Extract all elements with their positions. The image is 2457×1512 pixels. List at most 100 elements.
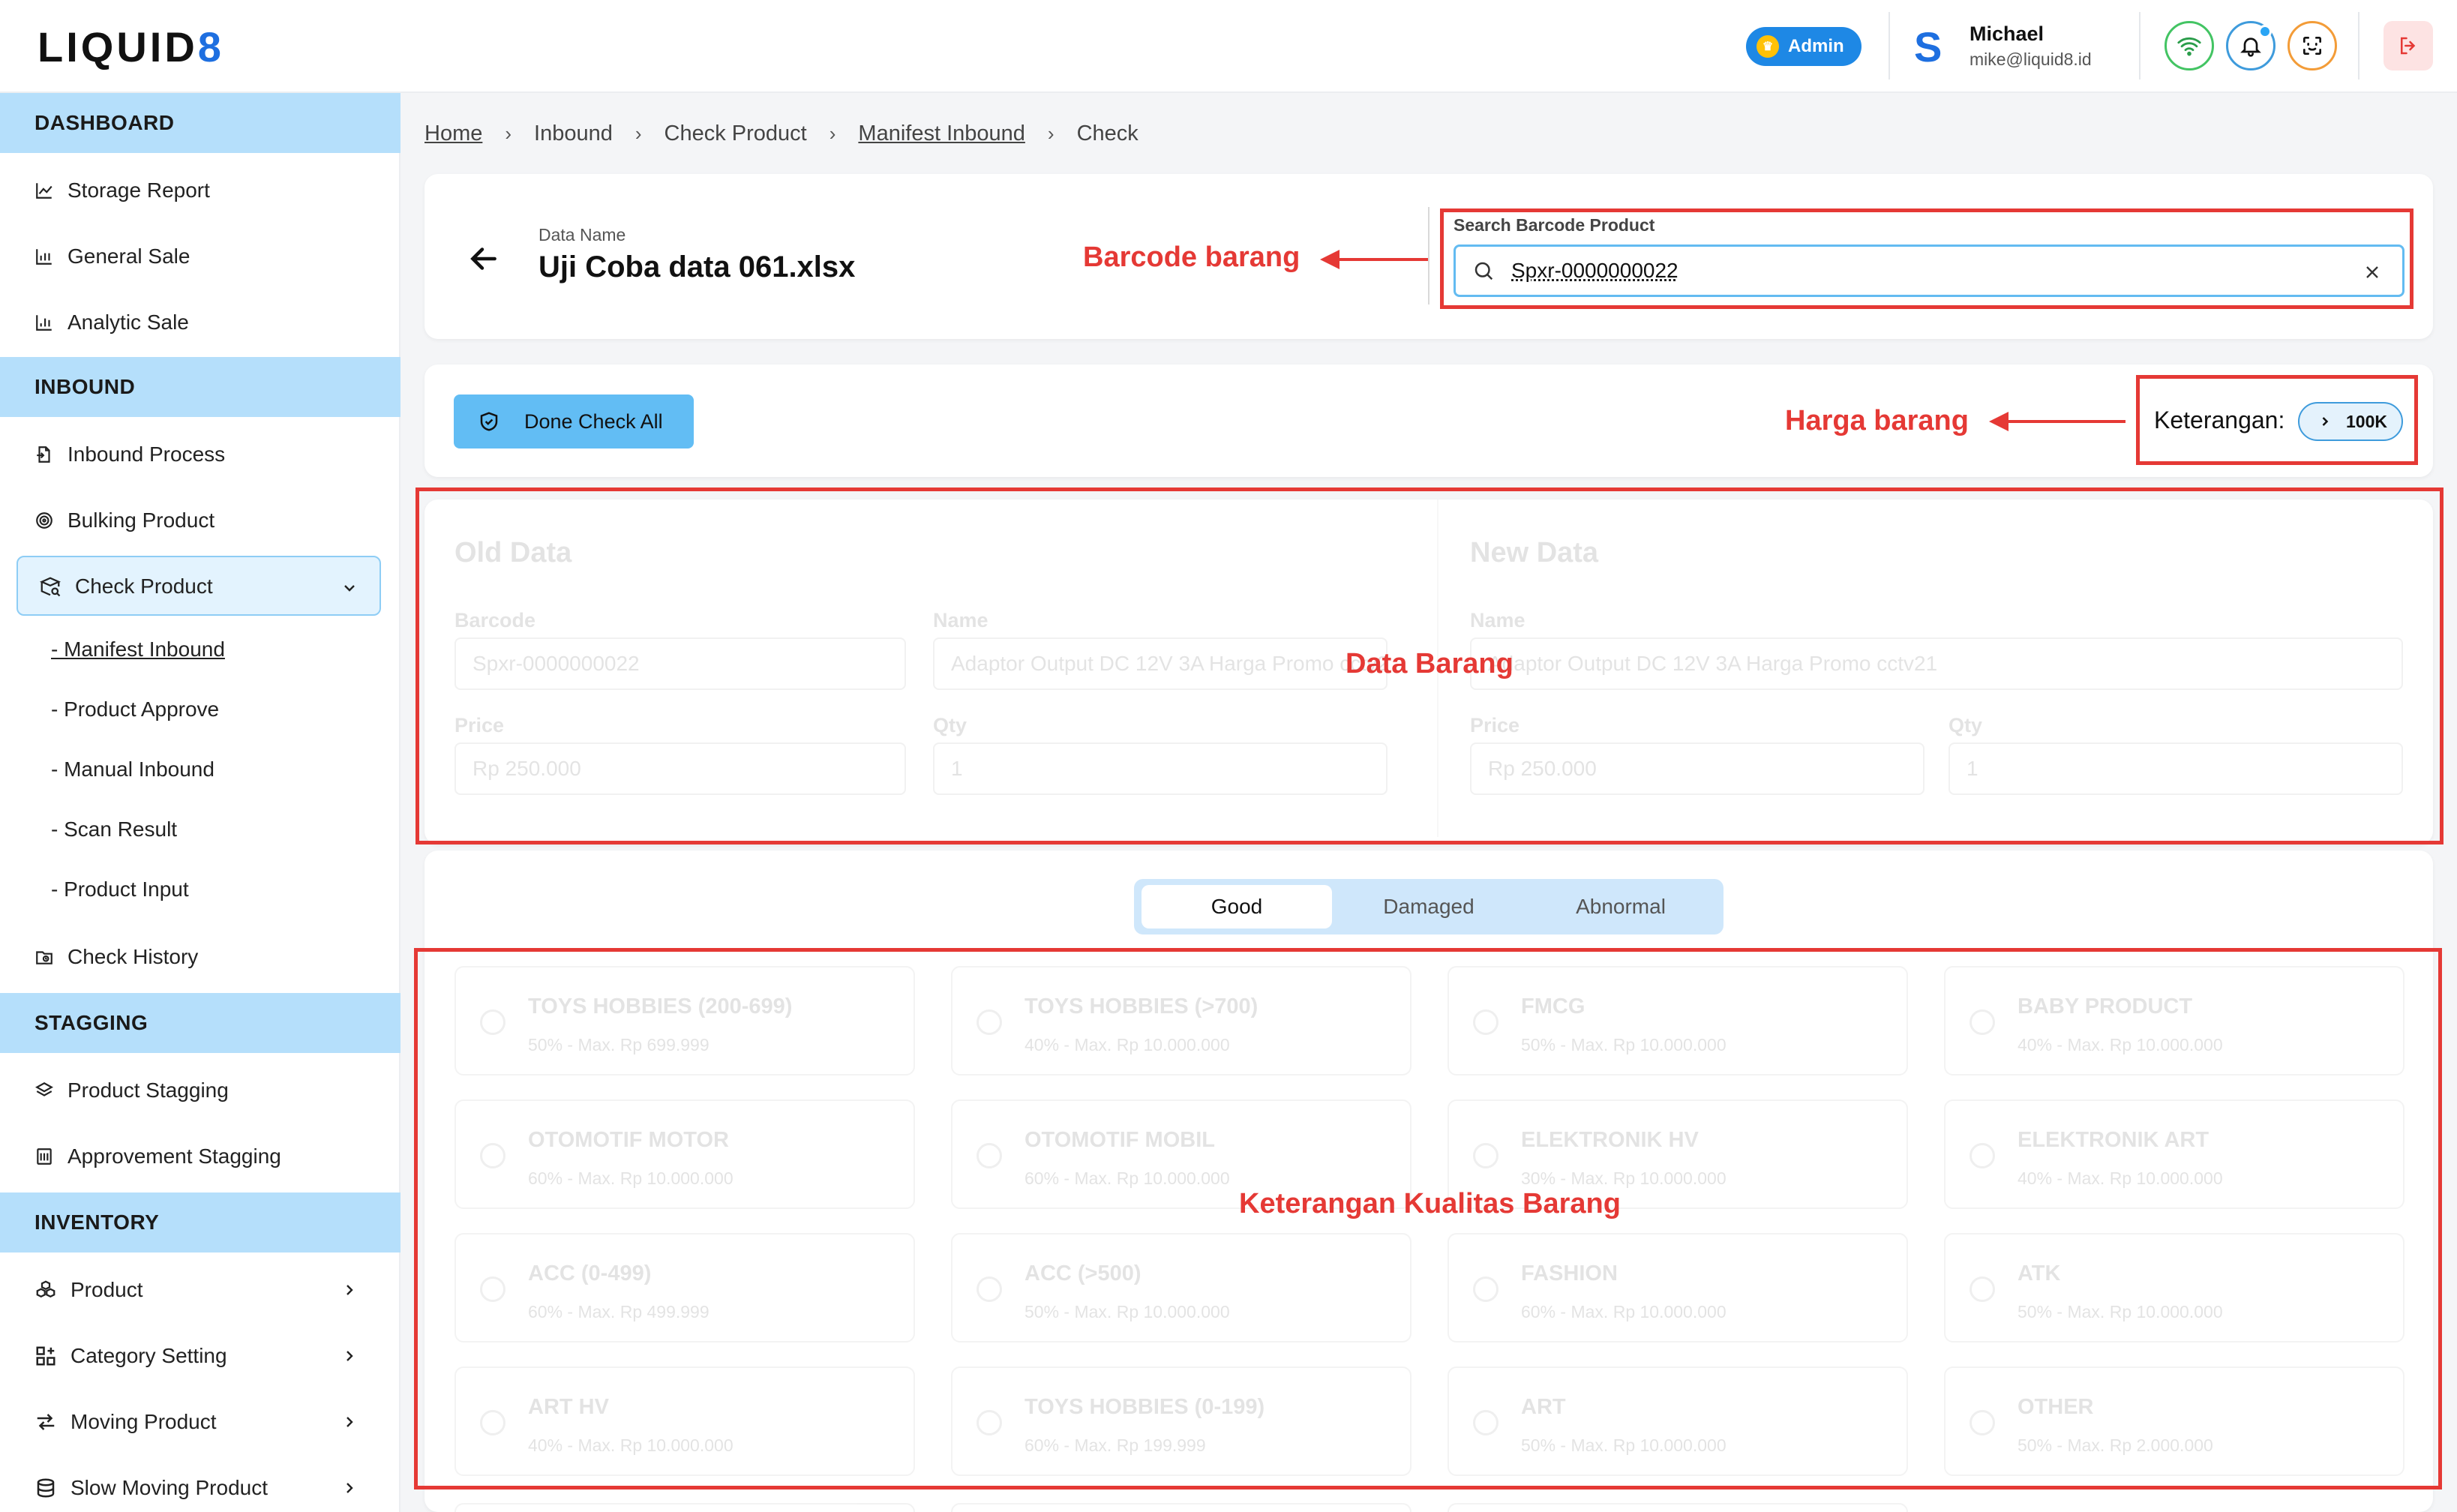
breadcrumb-inbound: Inbound xyxy=(534,121,613,146)
back-arrow-icon[interactable] xyxy=(465,240,502,278)
breadcrumb-manifest-inbound[interactable]: Manifest Inbound xyxy=(858,122,1024,146)
header-divider xyxy=(2358,12,2360,80)
database-icon xyxy=(37,1478,55,1498)
sidebar-item-label: Product Stagging xyxy=(68,1078,229,1102)
sidebar-item-product-stagging[interactable]: Product Stagging xyxy=(34,1068,229,1113)
sidebar-subitem-label: - Manifest Inbound xyxy=(51,638,225,661)
sidebar-item-label: General Sale xyxy=(68,244,190,268)
logout-button[interactable] xyxy=(2384,21,2433,70)
sidebar-item-category-setting[interactable]: Category Setting xyxy=(34,1334,227,1378)
annotation-barcode: Barcode barang xyxy=(1083,242,1300,273)
breadcrumb-check: Check xyxy=(1076,121,1138,146)
top-bar: LIQUID8 ♛ Admin S Michael mike@liquid8.i… xyxy=(0,0,2457,93)
chevron-right-icon: › xyxy=(829,122,836,145)
annotation-arrow xyxy=(2007,420,2126,423)
sidebar-item-label: Slow Moving Product xyxy=(70,1476,268,1499)
bell-icon xyxy=(2240,38,2261,57)
quality-option-card[interactable] xyxy=(454,1503,915,1512)
sidebar-item-moving-product[interactable]: Moving Product xyxy=(34,1400,217,1444)
sidebar-item-analytic-sale[interactable]: Analytic Sale xyxy=(34,300,189,345)
sidebar-item-label: Bulking Product xyxy=(68,508,215,532)
sidebar-item-label: Analytic Sale xyxy=(68,310,189,334)
wifi-icon xyxy=(2177,37,2201,56)
history-folder-icon xyxy=(36,951,52,964)
sidebar-item-inbound-process[interactable]: Inbound Process xyxy=(34,432,225,477)
sidebar-item-general-sale[interactable]: General Sale xyxy=(34,234,190,279)
section-stagging: STAGGING xyxy=(0,993,400,1053)
sidebar-item-product[interactable]: Product xyxy=(34,1268,143,1312)
scan-icon xyxy=(2303,37,2321,55)
box-search-icon xyxy=(39,577,62,597)
annotation-arrow xyxy=(1340,258,1428,261)
sidebar: DASHBOARD Storage Report General Sale An… xyxy=(0,93,400,1512)
sidebar-item-label: Moving Product xyxy=(70,1410,217,1433)
sidebar-item-label: Inbound Process xyxy=(68,442,226,466)
sidebar-subitem-product-approve[interactable]: - Product Approve xyxy=(51,688,219,730)
notification-dot xyxy=(2258,25,2272,38)
section-inbound: INBOUND xyxy=(0,357,400,417)
chevron-right-icon: › xyxy=(1047,122,1054,145)
chevron-right-icon[interactable] xyxy=(340,1347,358,1365)
user-name: Michael xyxy=(1970,22,2044,45)
chevron-right-icon[interactable] xyxy=(340,1281,358,1299)
scan-button[interactable] xyxy=(2288,21,2337,70)
annotation-box-barcode xyxy=(1440,208,2414,309)
chevron-right-icon: › xyxy=(634,122,642,145)
boxes-icon xyxy=(36,1280,56,1298)
card-divider xyxy=(1428,207,1430,304)
sidebar-subitem-manual-inbound[interactable]: - Manual Inbound xyxy=(51,748,214,790)
sidebar-item-bulking-product[interactable]: Bulking Product xyxy=(34,498,214,543)
sidebar-item-label: Approvement Stagging xyxy=(68,1144,281,1168)
data-name-value: Uji Coba data 061.xlsx xyxy=(538,250,856,284)
sidebar-subitem-label: - Manual Inbound xyxy=(51,758,214,781)
sidebar-item-label: Storage Report xyxy=(68,178,210,202)
wifi-button[interactable] xyxy=(2164,21,2214,70)
sidebar-subitem-scan-result[interactable]: - Scan Result xyxy=(51,808,177,850)
chevron-right-icon[interactable] xyxy=(340,1413,358,1431)
sidebar-item-storage-report[interactable]: Storage Report xyxy=(34,168,210,213)
quality-option-card[interactable] xyxy=(1448,1503,1908,1512)
sidebar-item-label: Product xyxy=(70,1278,143,1301)
notification-button[interactable] xyxy=(2226,21,2276,70)
bar-chart-icon xyxy=(36,315,52,331)
breadcrumb-check-product: Check Product xyxy=(664,121,807,146)
sidebar-item-label: Check Product xyxy=(75,574,213,598)
tab-abnormal[interactable]: Abnormal xyxy=(1526,885,1716,928)
sidebar-subitem-manifest-inbound[interactable]: - Manifest Inbound xyxy=(51,628,225,670)
sidebar-subitem-label: - Scan Result xyxy=(51,818,178,841)
role-badge-label: Admin xyxy=(1788,36,1844,56)
sidebar-item-approvement-stagging[interactable]: Approvement Stagging xyxy=(34,1134,281,1179)
target-icon xyxy=(36,512,52,529)
chevron-down-icon xyxy=(344,585,355,592)
sidebar-item-check-history[interactable]: Check History xyxy=(34,934,198,980)
annotation-harga: Harga barang xyxy=(1785,405,1969,436)
layers-icon xyxy=(35,1082,53,1096)
clipboard-icon xyxy=(37,1148,52,1165)
chevron-right-icon[interactable] xyxy=(340,1479,358,1497)
sidebar-item-label: Category Setting xyxy=(70,1344,227,1367)
app-logo[interactable]: LIQUID8 xyxy=(38,22,224,71)
tab-good[interactable]: Good xyxy=(1142,885,1332,928)
crown-icon: ♛ xyxy=(1756,35,1779,58)
role-badge: ♛ Admin xyxy=(1746,27,1862,66)
grid-plus-icon xyxy=(36,1346,56,1366)
annotation-kualitas: Keterangan Kualitas Barang xyxy=(1239,1188,1621,1220)
sidebar-subitem-product-input[interactable]: - Product Input xyxy=(51,868,189,910)
done-check-all-button[interactable]: Done Check All xyxy=(454,394,694,448)
user-email: mike@liquid8.id xyxy=(1970,50,2092,69)
sidebar-item-label: Check History xyxy=(68,945,199,968)
sidebar-item-slow-moving-product[interactable]: Slow Moving Product xyxy=(34,1466,268,1510)
file-import-icon xyxy=(37,446,50,463)
breadcrumb: Home › Inbound › Check Product › Manifes… xyxy=(424,118,1138,148)
header-divider xyxy=(2139,12,2140,80)
user-avatar: S xyxy=(1914,23,1942,70)
quality-option-card[interactable] xyxy=(951,1503,1412,1512)
breadcrumb-home[interactable]: Home xyxy=(424,122,482,146)
section-dashboard: DASHBOARD xyxy=(0,93,400,153)
data-name-label: Data Name xyxy=(538,225,626,244)
tab-damaged[interactable]: Damaged xyxy=(1334,885,1524,928)
actions-card xyxy=(424,364,2433,477)
sidebar-item-check-product-row[interactable]: Check Product xyxy=(39,564,213,609)
chevron-right-icon: › xyxy=(505,122,512,145)
done-check-all-label: Done Check All xyxy=(524,410,663,433)
